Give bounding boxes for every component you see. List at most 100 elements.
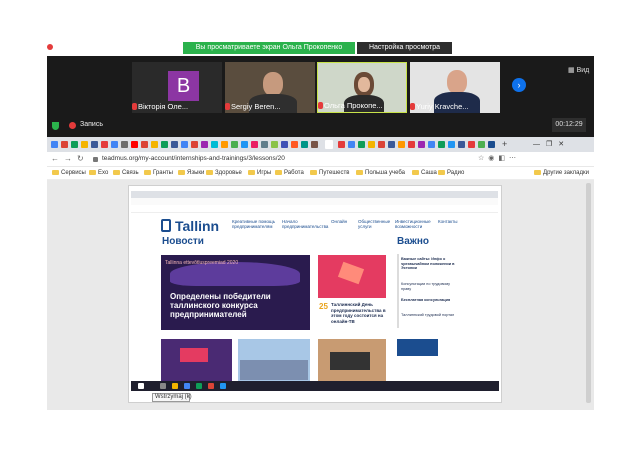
tab-favicon[interactable] xyxy=(388,141,395,148)
nav-link: Онлайн xyxy=(331,219,348,224)
bookmark-item[interactable]: Языки xyxy=(178,169,204,178)
tab-favicon[interactable] xyxy=(358,141,365,148)
tab-favicon[interactable] xyxy=(121,141,128,148)
bookmark-item[interactable]: Польша учеба xyxy=(356,169,405,178)
taskbar-app-icon xyxy=(172,383,178,389)
bookmark-item[interactable]: Гранты xyxy=(144,169,173,178)
tab-favicon[interactable] xyxy=(428,141,435,148)
tab-favicon[interactable] xyxy=(231,141,238,148)
window-controls[interactable]: —❐✕ xyxy=(533,140,570,148)
tab-favicon[interactable] xyxy=(141,141,148,148)
tab-favicon[interactable] xyxy=(111,141,118,148)
participant-tile-active[interactable]: Ольга Прокопе... xyxy=(317,62,407,113)
tab-favicon[interactable] xyxy=(211,141,218,148)
participant-tile[interactable]: B Вікторія Оле... xyxy=(132,62,222,113)
bookmark-item[interactable]: Саша xyxy=(412,169,437,178)
record-label[interactable]: Запись xyxy=(80,121,103,128)
participant-tile[interactable]: Yuriy Kravche... xyxy=(410,62,500,113)
new-tab-plus-icon[interactable]: + xyxy=(502,139,507,149)
news-card-headline: Таллиннский День предпринимательства в э… xyxy=(331,302,386,324)
tab-favicon[interactable] xyxy=(301,141,308,148)
folder-icon xyxy=(310,169,317,175)
hero-headline: Определены победители таллинского конкур… xyxy=(170,292,271,319)
lock-icon[interactable] xyxy=(93,157,98,162)
tab-favicon[interactable] xyxy=(151,141,158,148)
apps-icon xyxy=(52,169,59,175)
page-scrollbar[interactable] xyxy=(586,183,591,403)
nav-link: Общественные услуги xyxy=(358,219,391,229)
view-options-button[interactable]: Настройка просмотра xyxy=(357,42,452,54)
tallinn-logo: Tallinn xyxy=(175,218,220,234)
folder-icon xyxy=(438,169,445,175)
news-card-graphic xyxy=(330,352,370,370)
participant-name: Ольга Прокопе... xyxy=(324,101,383,110)
news-heading: Новости xyxy=(162,236,204,247)
folder-icon xyxy=(206,169,213,175)
bookmark-item[interactable]: Работа xyxy=(275,169,304,178)
tab-favicon[interactable] xyxy=(201,141,208,148)
tab-favicon[interactable] xyxy=(311,141,318,148)
security-shield-icon[interactable] xyxy=(52,122,59,130)
bookmark-item[interactable]: Радио xyxy=(438,169,464,178)
participant-name: Sergiy Beren... xyxy=(231,102,281,111)
bookmark-item[interactable]: Связь xyxy=(113,169,139,178)
folder-icon xyxy=(89,169,96,175)
folder-icon xyxy=(275,169,282,175)
bookmark-item[interactable]: Путешеств xyxy=(310,169,349,178)
news-card-graphic xyxy=(240,360,308,380)
tab-favicon[interactable] xyxy=(458,141,465,148)
tab-favicon[interactable] xyxy=(368,141,375,148)
tab-favicon[interactable] xyxy=(171,141,178,148)
nav-link: Начало предпринимательства xyxy=(282,219,329,229)
back-forward-reload-icon[interactable]: ←→↻ xyxy=(51,154,89,163)
other-bookmarks[interactable]: Другие закладки xyxy=(534,169,589,178)
tab-favicon[interactable] xyxy=(271,141,278,148)
tab-favicon[interactable] xyxy=(251,141,258,148)
tab-favicon[interactable] xyxy=(338,141,345,148)
windows-start-icon xyxy=(138,383,144,389)
tab-favicon[interactable] xyxy=(91,141,98,148)
tab-favicon[interactable] xyxy=(131,141,138,148)
tab-favicon[interactable] xyxy=(191,141,198,148)
participant-tile[interactable]: Sergiy Beren... xyxy=(225,62,315,113)
bookmark-item[interactable]: Сервисы xyxy=(52,169,86,178)
address-bar[interactable]: teadmus.org/my-account/internships-and-t… xyxy=(102,154,292,164)
tab-favicon[interactable] xyxy=(478,141,485,148)
folder-icon xyxy=(144,169,151,175)
tab-favicon[interactable] xyxy=(448,141,455,148)
tab-favicon[interactable] xyxy=(378,141,385,148)
tab-favicon[interactable] xyxy=(488,141,495,148)
tab-favicon[interactable] xyxy=(81,141,88,148)
tab-favicon[interactable] xyxy=(181,141,188,148)
tab-favicon[interactable] xyxy=(161,141,168,148)
tab-favicon[interactable] xyxy=(101,141,108,148)
tab-favicon[interactable] xyxy=(408,141,415,148)
folder-icon xyxy=(412,169,419,175)
nav-link: Инвестиционные возможности xyxy=(395,219,431,229)
tab-favicon[interactable] xyxy=(51,141,58,148)
tab-favicon[interactable] xyxy=(348,141,355,148)
tab-favicon[interactable] xyxy=(241,141,248,148)
bookmark-item[interactable]: Здоровье xyxy=(206,169,242,178)
inner-browser-tabs xyxy=(131,191,498,198)
next-page-chevron-icon[interactable]: › xyxy=(512,78,526,92)
tab-favicon[interactable] xyxy=(398,141,405,148)
tab-favicon[interactable] xyxy=(71,141,78,148)
bookmark-item[interactable]: Exo xyxy=(89,169,108,178)
tab-favicon[interactable] xyxy=(291,141,298,148)
tab-favicon[interactable] xyxy=(468,141,475,148)
muted-mic-icon xyxy=(132,103,137,110)
toolbar-extension-icons[interactable]: ☆◉◧⋯ xyxy=(478,154,520,162)
view-button[interactable]: ▦ Вид xyxy=(568,66,589,74)
promo-banner xyxy=(397,339,438,356)
tab-favicon[interactable] xyxy=(261,141,268,148)
participant-name: Yuriy Kravche... xyxy=(416,102,469,111)
tab-favicon[interactable] xyxy=(221,141,228,148)
tab-favicon[interactable] xyxy=(281,141,288,148)
tab-favicon[interactable] xyxy=(418,141,425,148)
tab-favicon[interactable] xyxy=(61,141,68,148)
bookmark-item[interactable]: Игры xyxy=(248,169,271,178)
participant-name: Вікторія Оле... xyxy=(138,102,189,111)
tab-favicon[interactable] xyxy=(438,141,445,148)
active-tab[interactable] xyxy=(325,140,333,149)
